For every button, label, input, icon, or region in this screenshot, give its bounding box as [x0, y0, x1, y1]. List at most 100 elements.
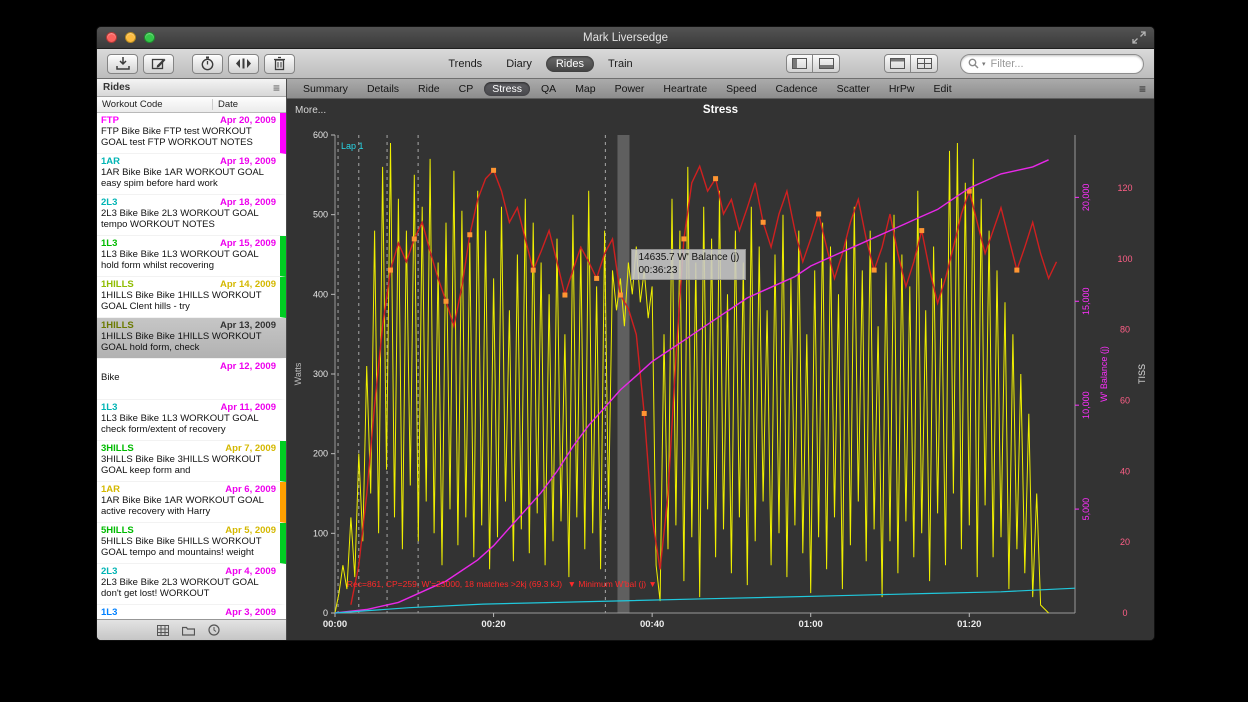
folder-button[interactable] [182, 625, 195, 636]
ride-code: 5HILLS [101, 525, 134, 536]
match-marker [713, 176, 718, 181]
folder-icon [182, 625, 195, 636]
chart-tab-qa[interactable]: QA [533, 82, 564, 96]
ride-code: 3HILLS [101, 443, 134, 454]
fullscreen-button[interactable] [1132, 31, 1146, 44]
chart-tab-cp[interactable]: CP [451, 82, 482, 96]
ride-row[interactable]: 1L3Apr 11, 20091L3 Bike Bike 1L3 WORKOUT… [97, 400, 286, 441]
fullscreen-icon [1132, 31, 1146, 44]
column-workout-code[interactable]: Workout Code [97, 99, 213, 110]
chart-tab-ride[interactable]: Ride [410, 82, 448, 96]
match-marker [681, 236, 686, 241]
view-toggles [884, 54, 938, 73]
chart-tab-hrpw[interactable]: HrPw [881, 82, 923, 96]
ride-code: FTP [101, 115, 119, 126]
ride-code: 1AR [101, 484, 120, 495]
top-tab-train[interactable]: Train [598, 56, 643, 72]
intervals-icon [235, 57, 252, 70]
ride-code: 1L3 [101, 607, 117, 618]
trash-icon [273, 56, 286, 71]
zoom-button[interactable] [144, 32, 155, 43]
close-button[interactable] [106, 32, 117, 43]
minimize-button[interactable] [125, 32, 136, 43]
match-marker [761, 220, 766, 225]
chart-tab-map[interactable]: Map [567, 82, 603, 96]
titlebar[interactable]: Mark Liversedge [97, 27, 1154, 49]
toggle-sidebar-button[interactable] [786, 54, 813, 73]
column-date[interactable]: Date [213, 99, 286, 110]
stress-plot[interactable]: 010020030040050060000:0000:2000:4001:000… [287, 99, 1153, 640]
y-left-tick: 100 [313, 528, 328, 538]
top-tab-rides[interactable]: Rides [546, 56, 594, 72]
ride-desc: 1AR Bike Bike 1AR WORKOUT GOAL active re… [101, 495, 278, 519]
chart-tab-cadence[interactable]: Cadence [768, 82, 826, 96]
ride-date: Apr 20, 2009 [220, 115, 278, 126]
bottombar-layout-icon [819, 58, 834, 69]
delete-button[interactable] [264, 54, 295, 74]
match-marker [412, 236, 417, 241]
filter-input[interactable] [989, 57, 1136, 71]
y-left-tick: 500 [313, 210, 328, 220]
sidebar-menu-icon[interactable]: ≡ [273, 81, 280, 95]
tools-group [192, 54, 295, 74]
chart-tab-speed[interactable]: Speed [718, 82, 764, 96]
y-right1-tick: 10,000 [1081, 391, 1091, 419]
series-power [335, 143, 1049, 613]
chart-tab-scatter[interactable]: Scatter [829, 82, 878, 96]
grid-view-button[interactable] [157, 625, 169, 636]
clock-button[interactable] [208, 624, 220, 636]
ride-desc: FTP Bike Bike FTP test WORKOUT GOAL test… [101, 126, 278, 150]
y-right2-tick: 40 [1120, 466, 1130, 476]
match-marker [1014, 268, 1019, 273]
ride-row[interactable]: 1L3Apr 3, 2009 [97, 605, 286, 619]
edit-button[interactable] [143, 54, 174, 74]
chart-body: More... Stress 010020030040050060000:000… [287, 99, 1154, 640]
ride-date: Apr 15, 2009 [220, 238, 278, 249]
chart-tab-summary[interactable]: Summary [295, 82, 356, 96]
match-marker [816, 211, 821, 216]
y-right2-tick: 20 [1120, 537, 1130, 547]
filter-caret-icon: ▾ [982, 60, 986, 68]
match-marker [872, 268, 877, 273]
tiled-view-button[interactable] [911, 54, 938, 73]
chart-tab-edit[interactable]: Edit [926, 82, 960, 96]
ride-row[interactable]: 1L3Apr 15, 20091L3 Bike Bike 1L3 WORKOUT… [97, 236, 286, 277]
more-link[interactable]: More... [295, 105, 326, 116]
chart-tab-heartrate[interactable]: Heartrate [655, 82, 715, 96]
top-tab-diary[interactable]: Diary [496, 56, 542, 72]
ride-desc: 3HILLS Bike Bike 3HILLS WORKOUT GOAL kee… [101, 454, 278, 478]
chart-tab-stress[interactable]: Stress [484, 82, 530, 96]
filter-field[interactable]: ▾ [960, 54, 1144, 74]
ride-row[interactable]: 1ARApr 6, 20091AR Bike Bike 1AR WORKOUT … [97, 482, 286, 523]
timer-button[interactable] [192, 54, 223, 74]
chart-tab-power[interactable]: Power [607, 82, 653, 96]
panel-toggles [786, 54, 840, 73]
ride-desc: Bike [101, 372, 278, 396]
ride-row[interactable]: 1ARApr 19, 20091AR Bike Bike 1AR WORKOUT… [97, 154, 286, 195]
ride-date: Apr 14, 2009 [220, 279, 278, 290]
match-marker [491, 168, 496, 173]
ride-desc: 2L3 Bike Bike 2L3 WORKOUT GOAL don't get… [101, 577, 278, 601]
save-button[interactable] [107, 54, 138, 74]
match-marker [618, 293, 623, 298]
ride-row[interactable]: 3HILLSApr 7, 20093HILLS Bike Bike 3HILLS… [97, 441, 286, 482]
ride-row[interactable]: FTP Apr 20, 2009FTP Bike Bike FTP test WO… [97, 113, 286, 154]
top-tab-trends[interactable]: Trends [438, 56, 492, 72]
ride-code: 1HILLS [101, 279, 134, 290]
chart-menu-icon[interactable]: ≡ [1139, 82, 1146, 96]
ride-row[interactable]: 5HILLSApr 5, 20095HILLS Bike Bike 5HILLS… [97, 523, 286, 564]
ride-row[interactable]: 1HILLSApr 14, 20091HILLS Bike Bike 1HILL… [97, 277, 286, 318]
single-view-button[interactable] [884, 54, 911, 73]
chart-tab-details[interactable]: Details [359, 82, 407, 96]
sidebar-header: Rides ≡ [97, 79, 286, 97]
ride-row[interactable]: 2L3Apr 4, 20092L3 Bike Bike 2L3 WORKOUT … [97, 564, 286, 605]
toggle-lowbar-button[interactable] [813, 54, 840, 73]
toolbar: TrendsDiaryRidesTrain [97, 49, 1154, 79]
sidebar-title: Rides [103, 82, 130, 93]
ride-row[interactable]: Apr 12, 2009Bike [97, 359, 286, 400]
intervals-button[interactable] [228, 54, 259, 74]
ride-row[interactable]: 2L3Apr 18, 20092L3 Bike Bike 2L3 WORKOUT… [97, 195, 286, 236]
y-right1-tick: 5,000 [1081, 498, 1091, 521]
ride-row[interactable]: 1HILLSApr 13, 20091HILLS Bike Bike 1HILL… [97, 318, 286, 359]
ride-desc: 1L3 Bike Bike 1L3 WORKOUT GOAL check for… [101, 413, 278, 437]
